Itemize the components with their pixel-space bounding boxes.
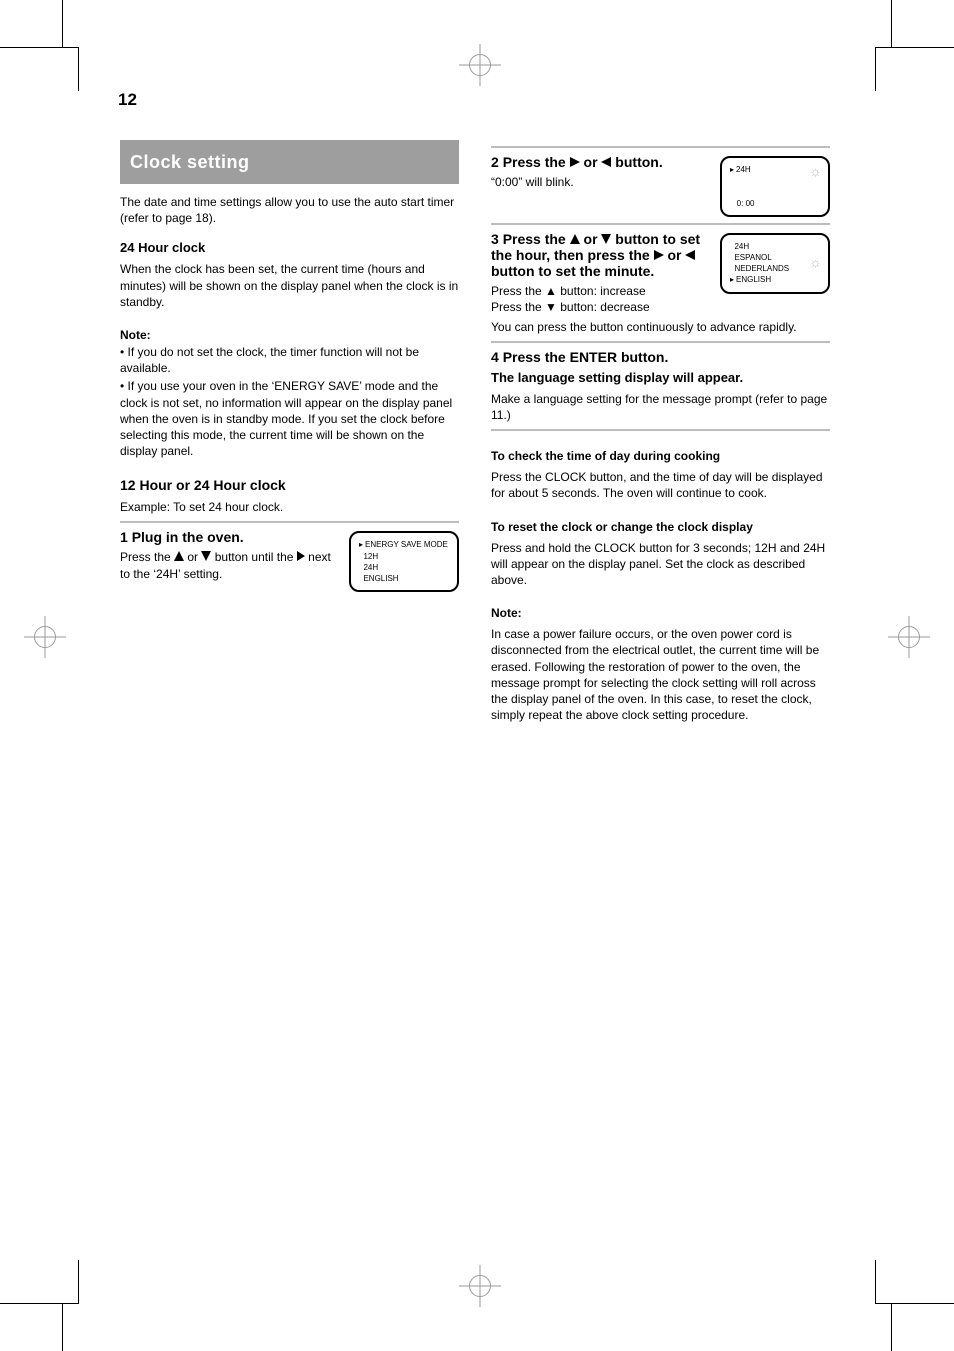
step-text: Press the <box>120 550 174 564</box>
display-line: 0: 00 <box>734 199 754 208</box>
registration-crosshair-icon <box>459 1265 501 1307</box>
display-line: 12H <box>363 552 378 561</box>
divider <box>491 341 830 343</box>
registration-crosshair-icon <box>459 44 501 86</box>
note-text: If you do not set the clock, the timer f… <box>120 345 419 375</box>
pointer-icon: ▸ <box>730 165 734 174</box>
subheading-24h: 24 Hour clock <box>120 240 459 255</box>
section-title: Clock setting <box>120 140 459 184</box>
note-item: • If you use your oven in the ‘ENERGY SA… <box>120 378 459 459</box>
crop-mark <box>892 1303 954 1304</box>
intro-24h-text: When the clock has been set, the current… <box>120 261 459 310</box>
crop-mark <box>78 1260 79 1304</box>
note-label: Note: <box>491 606 830 620</box>
display-line: 24H <box>736 165 751 174</box>
divider <box>491 223 830 225</box>
crop-mark <box>62 1304 63 1351</box>
triangle-right-icon <box>570 157 580 167</box>
reset-clock-body: Press and hold the CLOCK button for 3 se… <box>491 540 830 589</box>
display-line: ENGLISH <box>736 275 771 284</box>
step-sub: The language setting display will appear… <box>491 369 830 387</box>
step-text: or <box>584 154 602 170</box>
registration-crosshair-icon <box>888 616 930 658</box>
divider <box>120 521 459 523</box>
tip: You can press the button continuously to… <box>491 319 830 335</box>
pointer-icon: ▸ <box>359 540 363 549</box>
step-1: ▸ENERGY SAVE MODE 12H 24H ENGLISH 1 Plug… <box>120 529 459 592</box>
right-column: ▸24H☼ 0: 00 2 Press the or button. <box>491 140 830 723</box>
reset-clock-label: To reset the clock or change the clock d… <box>491 520 830 534</box>
step-number: 2 <box>491 154 499 170</box>
crop-mark <box>62 1303 78 1304</box>
step-text: Press the <box>503 231 570 247</box>
note-label: Note: <box>120 328 459 342</box>
crop-mark <box>875 47 876 91</box>
note-text: If you use your oven in the ‘ENERGY SAVE… <box>120 379 452 458</box>
crop-mark <box>62 47 78 48</box>
left-column: Clock setting The date and time settings… <box>120 140 459 723</box>
step-3: 24H ESPANOL ☼ NEDERLANDS ▸ENGLISH 3 Press… <box>491 231 830 336</box>
clock-heading: 12 Hour or 24 Hour clock <box>120 477 459 493</box>
step-2: ▸24H ☼ 0: 00 2 Press the or button. <box>491 154 830 217</box>
triangle-left-icon <box>685 250 695 260</box>
display-line: 24H <box>363 563 378 572</box>
step-heading: Press the or button to set the hour, the… <box>491 231 700 279</box>
check-time-label: To check the time of day during cooking <box>491 449 830 463</box>
step-heading: Plug in the oven. <box>132 529 244 545</box>
sun-icon: ☼ <box>809 162 822 182</box>
crop-mark <box>876 47 892 48</box>
oven-display-2: ▸24H ☼ 0: 00 <box>720 156 830 217</box>
step-text: or <box>584 231 602 247</box>
step-text: Press the <box>503 154 570 170</box>
divider <box>491 146 830 148</box>
triangle-up-icon <box>570 234 580 244</box>
step-number: 4 <box>491 349 499 365</box>
oven-display-3: 24H ESPANOL ☼ NEDERLANDS ▸ENGLISH <box>720 233 830 294</box>
step-heading: Press the or button. <box>503 154 663 170</box>
display-line: ENGLISH <box>363 574 398 583</box>
step-text: or <box>667 247 685 263</box>
step-text: button to set the minute. <box>491 263 654 279</box>
check-time-body: Press the CLOCK button, and the time of … <box>491 469 830 501</box>
triangle-up-icon <box>174 551 184 561</box>
crop-mark <box>876 1303 892 1304</box>
display-line: ESPANOL <box>734 253 771 262</box>
step-body: Make a language setting for the message … <box>491 391 830 423</box>
substep: Press the ▼ button: decrease <box>491 299 830 315</box>
step-text: button. <box>615 154 662 170</box>
sun-icon: ☼ <box>809 253 822 273</box>
display-line: ENERGY SAVE MODE <box>365 540 448 549</box>
oven-display-1: ▸ENERGY SAVE MODE 12H 24H ENGLISH <box>349 531 459 592</box>
final-note-body: In case a power failure occurs, or the o… <box>491 626 830 723</box>
triangle-right-icon <box>654 250 664 260</box>
note-item: • If you do not set the clock, the timer… <box>120 344 459 376</box>
crop-mark <box>0 47 62 48</box>
step-number: 3 <box>491 231 499 247</box>
triangle-down-icon <box>201 551 211 561</box>
crop-mark <box>875 1260 876 1304</box>
divider <box>491 429 830 431</box>
crop-mark <box>62 0 63 47</box>
crop-mark <box>0 1303 62 1304</box>
section-title-text: Clock setting <box>130 152 250 173</box>
crop-mark <box>78 47 79 91</box>
triangle-left-icon <box>601 157 611 167</box>
display-line: NEDERLANDS <box>734 264 789 273</box>
step-text: button until the <box>215 550 297 564</box>
clock-intro: Example: To set 24 hour clock. <box>120 499 459 515</box>
triangle-right-icon <box>297 551 305 561</box>
registration-crosshair-icon <box>24 616 66 658</box>
step-text: or <box>187 550 201 564</box>
page-number: 12 <box>118 90 137 110</box>
display-line: 24H <box>734 242 749 251</box>
crop-mark <box>891 0 892 47</box>
pointer-icon: ▸ <box>730 275 734 284</box>
step-number: 1 <box>120 529 128 545</box>
crop-mark <box>892 47 954 48</box>
triangle-down-icon <box>601 234 611 244</box>
crop-mark <box>891 1304 892 1351</box>
step-4: 4 Press the ENTER button. The language s… <box>491 349 830 423</box>
step-heading: Press the ENTER button. <box>503 349 669 365</box>
intro-text: The date and time settings allow you to … <box>120 194 459 226</box>
